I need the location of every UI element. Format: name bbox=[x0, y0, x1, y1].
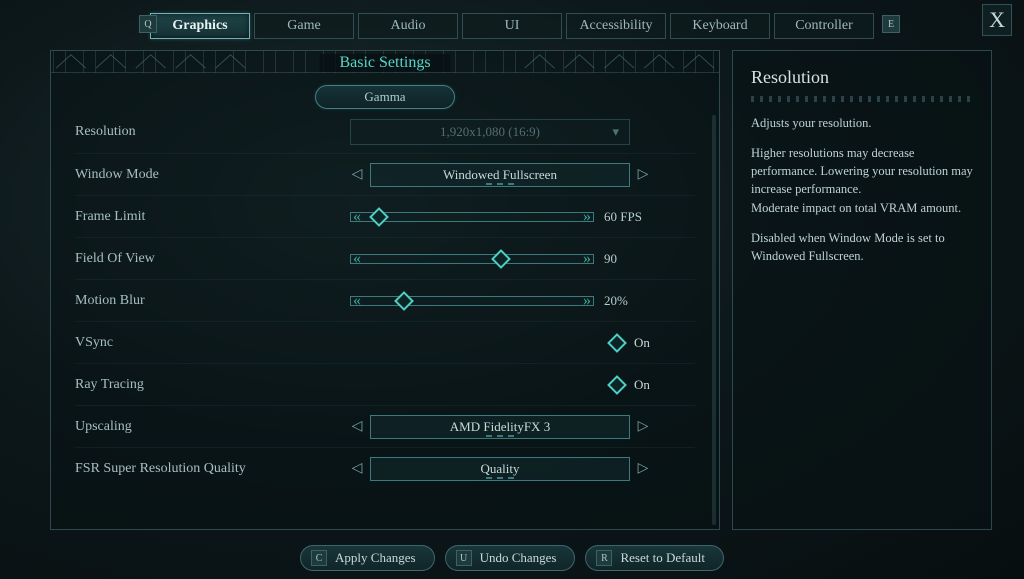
selector-next-icon[interactable]: ▷ bbox=[636, 417, 650, 437]
toggle-value: On bbox=[634, 377, 660, 393]
description-text: Higher resolutions may decrease performa… bbox=[751, 144, 973, 217]
setting-row-window-mode[interactable]: Window Mode ◁ Windowed Fullscreen ▷ bbox=[75, 153, 695, 195]
next-tab-keyhint: E bbox=[882, 15, 900, 33]
fsr-quality-selector[interactable]: Quality bbox=[370, 457, 630, 481]
description-panel: Resolution Adjusts your resolution. High… bbox=[732, 50, 992, 530]
keycap-icon: R bbox=[596, 550, 612, 566]
setting-row-fov[interactable]: Field Of View « » 90 bbox=[75, 237, 695, 279]
tab-accessibility[interactable]: Accessibility bbox=[566, 13, 666, 39]
panel-ornament-divider bbox=[751, 96, 973, 102]
undo-changes-button[interactable]: U Undo Changes bbox=[445, 545, 576, 571]
tab-keyboard[interactable]: Keyboard bbox=[670, 13, 770, 39]
apply-changes-button[interactable]: C Apply Changes bbox=[300, 545, 435, 571]
dropdown-value: 1,920x1,080 (16:9) bbox=[440, 124, 540, 140]
panel-ornament-top: Basic Settings bbox=[51, 51, 719, 73]
setting-label: FSR Super Resolution Quality bbox=[75, 461, 350, 477]
toggle-value: On bbox=[634, 335, 660, 351]
description-title: Resolution bbox=[751, 67, 973, 88]
setting-row-ray-tracing[interactable]: Ray Tracing On bbox=[75, 363, 695, 405]
window-mode-selector[interactable]: Windowed Fullscreen bbox=[370, 163, 630, 187]
selector-next-icon[interactable]: ▷ bbox=[636, 459, 650, 479]
upscaling-selector[interactable]: AMD FidelityFX 3 bbox=[370, 415, 630, 439]
slider-value: 60 FPS bbox=[604, 209, 656, 225]
slider-left-icon[interactable]: « bbox=[348, 294, 366, 308]
setting-label: Field Of View bbox=[75, 251, 350, 267]
resolution-dropdown: 1,920x1,080 (16:9) ▾ bbox=[350, 119, 630, 145]
setting-label: Frame Limit bbox=[75, 209, 350, 225]
selector-prev-icon[interactable]: ◁ bbox=[350, 165, 364, 185]
slider-thumb[interactable] bbox=[394, 291, 414, 311]
button-label: Reset to Default bbox=[620, 550, 704, 566]
setting-row-frame-limit[interactable]: Frame Limit « » 60 FPS bbox=[75, 195, 695, 237]
ray-tracing-toggle[interactable] bbox=[607, 375, 627, 395]
tab-ui[interactable]: UI bbox=[462, 13, 562, 39]
setting-label: Ray Tracing bbox=[75, 377, 350, 393]
tab-audio[interactable]: Audio bbox=[358, 13, 458, 39]
settings-panel: Basic Settings Gamma Resolution 1,920x1,… bbox=[50, 50, 720, 530]
setting-label: Window Mode bbox=[75, 167, 350, 183]
description-text: Disabled when Window Mode is set to Wind… bbox=[751, 229, 973, 265]
setting-label: Resolution bbox=[75, 124, 350, 140]
description-text: Adjusts your resolution. bbox=[751, 114, 973, 132]
settings-list: Resolution 1,920x1,080 (16:9) ▾ Window M… bbox=[51, 107, 719, 529]
chevron-down-icon: ▾ bbox=[612, 124, 619, 140]
selector-prev-icon[interactable]: ◁ bbox=[350, 459, 364, 479]
setting-label: VSync bbox=[75, 335, 350, 351]
button-label: Undo Changes bbox=[480, 550, 557, 566]
keycap-icon: C bbox=[311, 550, 327, 566]
setting-row-resolution[interactable]: Resolution 1,920x1,080 (16:9) ▾ bbox=[75, 111, 695, 153]
button-label: Apply Changes bbox=[335, 550, 416, 566]
top-tabbar: Q Graphics Game Audio UI Accessibility K… bbox=[0, 10, 1024, 42]
selector-next-icon[interactable]: ▷ bbox=[636, 165, 650, 185]
footer-bar: C Apply Changes U Undo Changes R Reset t… bbox=[0, 545, 1024, 571]
setting-label: Motion Blur bbox=[75, 293, 350, 309]
slider-right-icon[interactable]: » bbox=[578, 294, 596, 308]
selector-prev-icon[interactable]: ◁ bbox=[350, 417, 364, 437]
fov-slider[interactable]: « » bbox=[350, 251, 594, 267]
slider-thumb[interactable] bbox=[491, 249, 511, 269]
slider-right-icon[interactable]: » bbox=[578, 252, 596, 266]
setting-row-vsync[interactable]: VSync On bbox=[75, 321, 695, 363]
section-title: Basic Settings bbox=[319, 54, 450, 72]
vsync-toggle[interactable] bbox=[607, 333, 627, 353]
tab-graphics[interactable]: Graphics bbox=[150, 13, 250, 39]
frame-limit-slider[interactable]: « » bbox=[350, 209, 594, 225]
tab-game[interactable]: Game bbox=[254, 13, 354, 39]
reset-default-button[interactable]: R Reset to Default bbox=[585, 545, 723, 571]
setting-row-fsr-quality[interactable]: FSR Super Resolution Quality ◁ Quality ▷ bbox=[75, 447, 695, 489]
close-button[interactable]: X bbox=[982, 4, 1012, 36]
setting-row-upscaling[interactable]: Upscaling ◁ AMD FidelityFX 3 ▷ bbox=[75, 405, 695, 447]
slider-value: 90 bbox=[604, 251, 656, 267]
slider-right-icon[interactable]: » bbox=[578, 210, 596, 224]
slider-value: 20% bbox=[604, 293, 656, 309]
tab-controller[interactable]: Controller bbox=[774, 13, 874, 39]
setting-row-motion-blur[interactable]: Motion Blur « » 20% bbox=[75, 279, 695, 321]
gamma-button[interactable]: Gamma bbox=[315, 85, 455, 109]
setting-label: Upscaling bbox=[75, 419, 350, 435]
prev-tab-keyhint: Q bbox=[139, 15, 157, 33]
slider-left-icon[interactable]: « bbox=[348, 252, 366, 266]
motion-blur-slider[interactable]: « » bbox=[350, 293, 594, 309]
slider-left-icon[interactable]: « bbox=[348, 210, 366, 224]
slider-thumb[interactable] bbox=[369, 207, 389, 227]
keycap-icon: U bbox=[456, 550, 472, 566]
